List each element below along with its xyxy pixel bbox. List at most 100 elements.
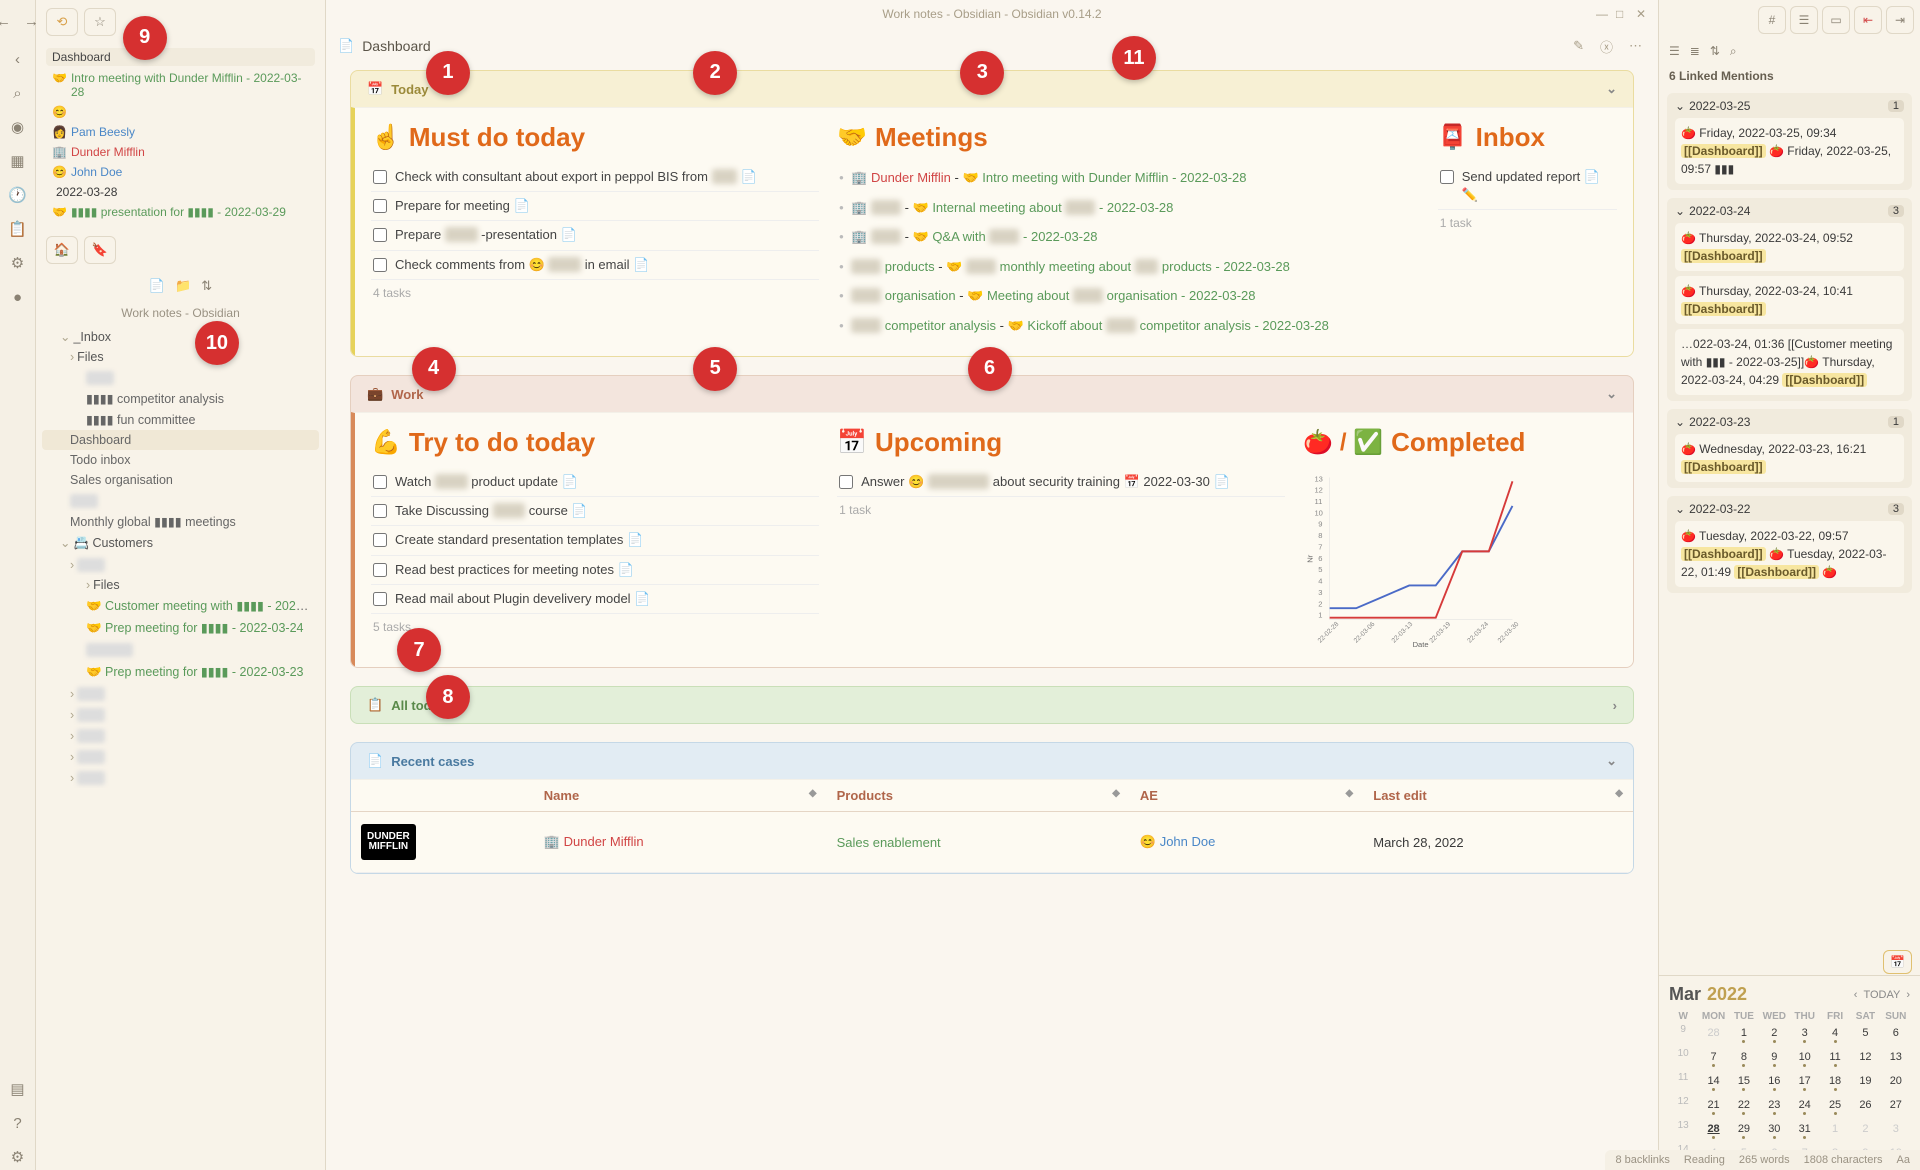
table-header[interactable]: Name◆ xyxy=(534,780,827,812)
backlinks-icon[interactable]: ⇤ xyxy=(1854,6,1882,34)
file-item[interactable]: 🏢 ▮▮▮▮ xyxy=(42,639,319,661)
task-item[interactable]: Send updated report 📄 ✏️ xyxy=(1438,163,1617,210)
task-item[interactable]: Take Discussing ▮▮▮▮ course 📄 xyxy=(371,497,819,526)
file-item[interactable]: 🤝 Prep meeting for ▮▮▮▮ - 2022-03-23 xyxy=(42,661,319,683)
backlink-item[interactable]: 2022-03-28 xyxy=(46,182,315,202)
backlink-item[interactable]: 🏢 Dunder Mifflin xyxy=(46,142,315,162)
more-icon[interactable]: ⋯ xyxy=(1625,34,1646,58)
file-item[interactable]: ▮▮▮▮ competitor analysis xyxy=(42,388,319,409)
cal-week[interactable]: 11 xyxy=(1669,1072,1697,1094)
cal-day[interactable]: 27 xyxy=(1882,1096,1910,1118)
task-checkbox[interactable] xyxy=(373,592,387,606)
cal-week[interactable]: 12 xyxy=(1669,1096,1697,1118)
file-item[interactable]: Todo inbox xyxy=(42,450,319,470)
file-item[interactable]: ▮▮▮▮ xyxy=(42,490,319,511)
linked-mentions-title[interactable]: 6 Linked Mentions xyxy=(1659,63,1920,89)
cal-day[interactable]: 28 xyxy=(1699,1120,1727,1142)
toc-icon[interactable]: ▭ xyxy=(1822,6,1850,34)
close-tab-icon[interactable]: ⓧ xyxy=(1596,33,1617,60)
task-checkbox[interactable] xyxy=(373,258,387,272)
cal-day[interactable]: 11 xyxy=(1821,1048,1849,1070)
graph-icon[interactable]: ◉ xyxy=(5,114,31,140)
chevron-down-icon[interactable]: ⌄ xyxy=(1606,386,1617,402)
backlink-item[interactable]: 😊 xyxy=(46,102,315,122)
outline-icon[interactable]: ☰ xyxy=(1790,6,1818,34)
cal-day[interactable]: 24 xyxy=(1791,1096,1819,1118)
settings-icon[interactable]: ⚙ xyxy=(5,1144,31,1170)
mention-group-head[interactable]: ⌄ 2022-03-231 xyxy=(1675,415,1904,429)
cal-day[interactable]: 8 xyxy=(1730,1048,1758,1070)
backlink-item[interactable]: 👩 Pam Beesly xyxy=(46,122,315,142)
meeting-item[interactable]: 🏢 Dunder Mifflin - 🤝 Intro meeting with … xyxy=(837,163,1420,193)
note-title[interactable]: Dashboard xyxy=(362,38,1561,54)
file-item[interactable]: Dashboard xyxy=(42,430,319,450)
cal-day[interactable]: 20 xyxy=(1882,1072,1910,1094)
cal-day[interactable]: 2 xyxy=(1851,1120,1879,1142)
new-note-icon[interactable]: 📄 xyxy=(149,278,165,294)
vault-icon[interactable]: ▤ xyxy=(5,1076,31,1102)
cal-day[interactable]: 12 xyxy=(1851,1048,1879,1070)
folder-item[interactable]: ›▮▮▮▮ xyxy=(42,704,319,725)
tag-pane-icon[interactable]: # xyxy=(1758,6,1786,34)
folder-item[interactable]: ›▮▮▮▮ xyxy=(42,746,319,767)
table-row[interactable]: DUNDERMIFFLIN 🏢 Dunder MifflinSales enab… xyxy=(351,812,1633,873)
sort-icon[interactable]: ⇅ xyxy=(201,278,212,294)
canvas-icon[interactable]: ▦ xyxy=(5,148,31,174)
cal-day[interactable]: 22 xyxy=(1730,1096,1758,1118)
collapse-icon[interactable]: ‹ xyxy=(5,46,31,72)
task-checkbox[interactable] xyxy=(373,170,387,184)
callout-recent-head[interactable]: 📄 Recent cases ⌄ xyxy=(351,743,1633,779)
meeting-item[interactable]: xxxx products - 🤝 xxxx monthly meeting a… xyxy=(837,252,1420,282)
folder-item[interactable]: ⌄_Inbox xyxy=(42,326,319,347)
chevron-right-icon[interactable]: › xyxy=(1613,698,1617,713)
cal-day[interactable]: 18 xyxy=(1821,1072,1849,1094)
task-item[interactable]: Check with consultant about export in pe… xyxy=(371,163,819,192)
mention-item[interactable]: …022-03-24, 01:36 [[Customer meeting wit… xyxy=(1675,329,1904,395)
search-tab-button[interactable]: 🔖 xyxy=(84,236,116,264)
edit-icon[interactable]: ✎ xyxy=(1569,34,1588,58)
task-item[interactable]: Watch ▮▮▮▮ product update 📄 xyxy=(371,468,819,497)
cal-day[interactable]: 14 xyxy=(1699,1072,1727,1094)
cal-day[interactable]: 17 xyxy=(1791,1072,1819,1094)
cal-day[interactable]: 3 xyxy=(1882,1120,1910,1142)
status-backlinks[interactable]: 8 backlinks xyxy=(1615,1154,1669,1166)
command-icon[interactable]: ⚙ xyxy=(5,250,31,276)
task-checkbox[interactable] xyxy=(373,533,387,547)
help-icon[interactable]: ? xyxy=(5,1110,31,1136)
cal-day[interactable]: 6 xyxy=(1882,1024,1910,1046)
folder-item[interactable]: ›▮▮▮▮ xyxy=(42,767,319,788)
table-header[interactable] xyxy=(351,780,534,812)
minimize-icon[interactable]: — xyxy=(1596,7,1610,21)
cal-day[interactable]: 1 xyxy=(1821,1120,1849,1142)
calendar-toggle-icon[interactable]: 📅 xyxy=(1883,950,1912,974)
table-header[interactable]: Products◆ xyxy=(827,780,1130,812)
home-button[interactable]: ⟲ xyxy=(46,8,78,36)
cal-day[interactable]: 25 xyxy=(1821,1096,1849,1118)
cal-day[interactable]: 26 xyxy=(1851,1096,1879,1118)
folder-item[interactable]: ›Files xyxy=(42,575,319,595)
template-icon[interactable]: 📋 xyxy=(5,216,31,242)
task-checkbox[interactable] xyxy=(373,504,387,518)
cal-week[interactable]: 13 xyxy=(1669,1120,1697,1142)
callout-alltodos-head[interactable]: 📋 All todos › xyxy=(351,687,1633,723)
chevron-down-icon[interactable]: ⌄ xyxy=(1606,753,1617,769)
cal-week[interactable]: 9 xyxy=(1669,1024,1697,1046)
task-item[interactable]: Prepare ▮▮▮▮ -presentation 📄 xyxy=(371,221,819,250)
cal-day[interactable]: 21 xyxy=(1699,1096,1727,1118)
maximize-icon[interactable]: □ xyxy=(1616,7,1630,21)
outgoing-icon[interactable]: ⇥ xyxy=(1886,6,1914,34)
close-window-icon[interactable]: ✕ xyxy=(1636,7,1650,21)
meeting-item[interactable]: 🏢 xxxx - 🤝 Q&A with xxxx - 2022-03-28 xyxy=(837,222,1420,252)
task-checkbox[interactable] xyxy=(1440,170,1454,184)
status-mode[interactable]: Reading xyxy=(1684,1154,1725,1166)
backlink-item[interactable]: 🤝 ▮▮▮▮ presentation for ▮▮▮▮ - 2022-03-2… xyxy=(46,202,315,222)
cal-day[interactable]: 13 xyxy=(1882,1048,1910,1070)
file-item[interactable]: ▮▮▮▮ xyxy=(42,367,319,388)
cal-day[interactable]: 19 xyxy=(1851,1072,1879,1094)
task-checkbox[interactable] xyxy=(373,228,387,242)
nav-back-icon[interactable]: ← xyxy=(0,8,17,34)
cal-next-icon[interactable]: › xyxy=(1906,989,1910,1001)
folder-item[interactable]: ›Files xyxy=(42,347,319,367)
cal-day[interactable]: 1 xyxy=(1730,1024,1758,1046)
backlink-source[interactable]: Dashboard xyxy=(46,48,315,66)
